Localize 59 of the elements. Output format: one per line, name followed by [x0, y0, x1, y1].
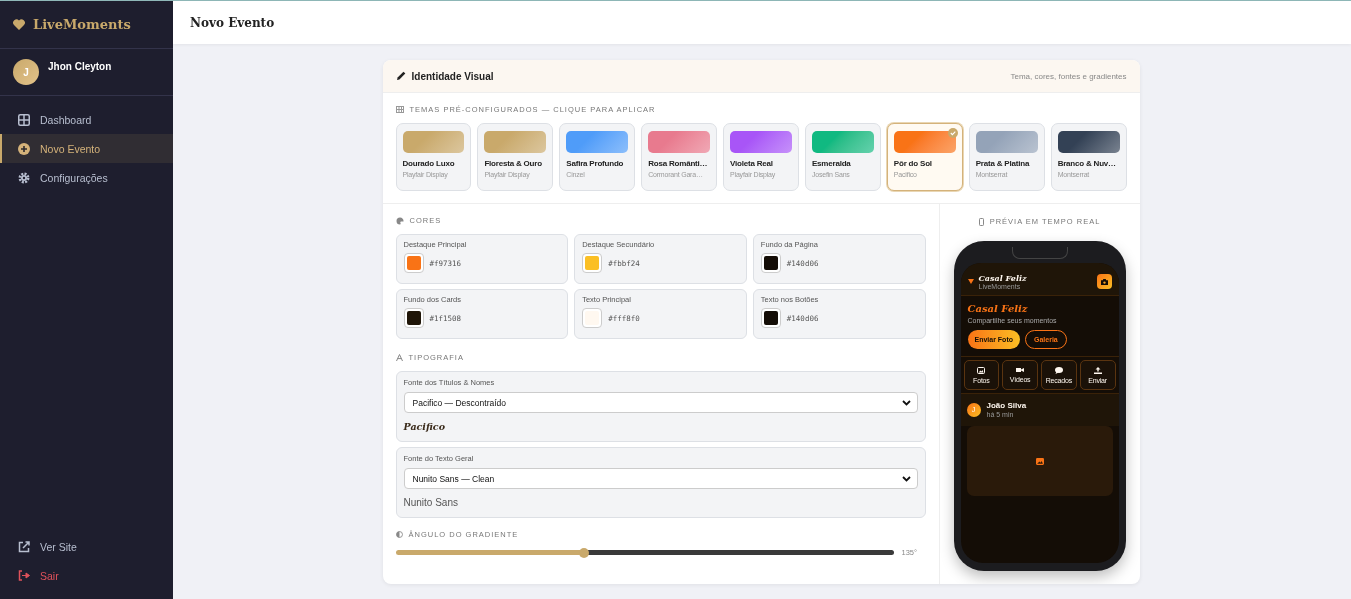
speech-bubble-icon [1054, 366, 1063, 374]
heart-icon [13, 19, 25, 30]
chevron-down-icon [901, 399, 911, 406]
brand-name: LiveMoments [33, 17, 131, 32]
nav-link[interactable]: Ver Site [0, 532, 173, 561]
font-preview: Pacifico [403, 420, 446, 434]
phone-icon [978, 217, 984, 226]
angle-slider[interactable] [395, 550, 894, 555]
triangle-icon [967, 279, 974, 284]
color-swatch[interactable] [403, 253, 424, 273]
font-preview: Nunito Sans [403, 496, 459, 510]
slider-thumb[interactable] [578, 547, 589, 558]
author-name: João Silva [986, 401, 1027, 410]
pen-icon [395, 71, 406, 81]
logout-icon [18, 570, 30, 581]
check-icon [947, 128, 958, 138]
font-select[interactable]: Pacifico — Descontraído [403, 392, 918, 413]
theme-name: Rosa Românti… [648, 158, 709, 169]
theme-name: Prata & Platina [975, 158, 1031, 169]
card-title: Identidade Visual [411, 70, 494, 82]
upload-icon [1093, 366, 1102, 374]
photos-icon [977, 366, 986, 374]
hero-title: Casal Feliz [967, 303, 1029, 314]
page-title: Novo Evento [190, 15, 275, 30]
color-swatch[interactable] [582, 253, 603, 273]
color-swatch[interactable] [582, 308, 603, 328]
theme-name: Esmeralda [811, 158, 852, 169]
chevron-down-icon [901, 475, 911, 482]
card-subtitle: Tema, cores, fontes e gradientes [1010, 71, 1127, 81]
grid-icon [18, 113, 30, 126]
theme-name: Violeta Real [730, 158, 774, 169]
palette-icon [395, 216, 404, 225]
camera-button[interactable] [1096, 274, 1112, 289]
color-swatch[interactable] [403, 308, 424, 328]
nav-item[interactable]: Dashboard [0, 105, 173, 134]
color-swatch[interactable] [760, 308, 781, 328]
logout-link[interactable]: Sair [0, 561, 173, 590]
image-icon [1035, 457, 1044, 465]
theme-name: Floresta & Ouro [484, 158, 543, 169]
phone-notch [1011, 247, 1068, 259]
nav-item[interactable]: Novo Evento [0, 134, 173, 163]
plus-circle-icon [18, 142, 30, 155]
video-camera-icon [1016, 367, 1025, 373]
font-icon [395, 354, 403, 361]
color-swatch[interactable] [760, 253, 781, 273]
font-select[interactable]: Nunito Sans — Clean [403, 468, 918, 489]
external-link-icon [18, 540, 30, 553]
settings-icon [18, 171, 30, 184]
palette-grid-icon [395, 106, 404, 113]
theme-name: Pôr do Sol [893, 158, 933, 169]
camera-icon [1100, 278, 1108, 285]
user-avatar: J [13, 59, 39, 85]
contrast-icon [395, 531, 403, 538]
nav-item[interactable]: Configurações [0, 163, 173, 192]
theme-name: Dourado Luxo [402, 158, 456, 169]
theme-name: Branco & Nuv… [1057, 158, 1117, 169]
theme-name: Safira Profundo [566, 158, 625, 169]
user-name: Jhon Cleyton [48, 61, 112, 72]
event-title: Casal Feliz [978, 273, 1027, 283]
